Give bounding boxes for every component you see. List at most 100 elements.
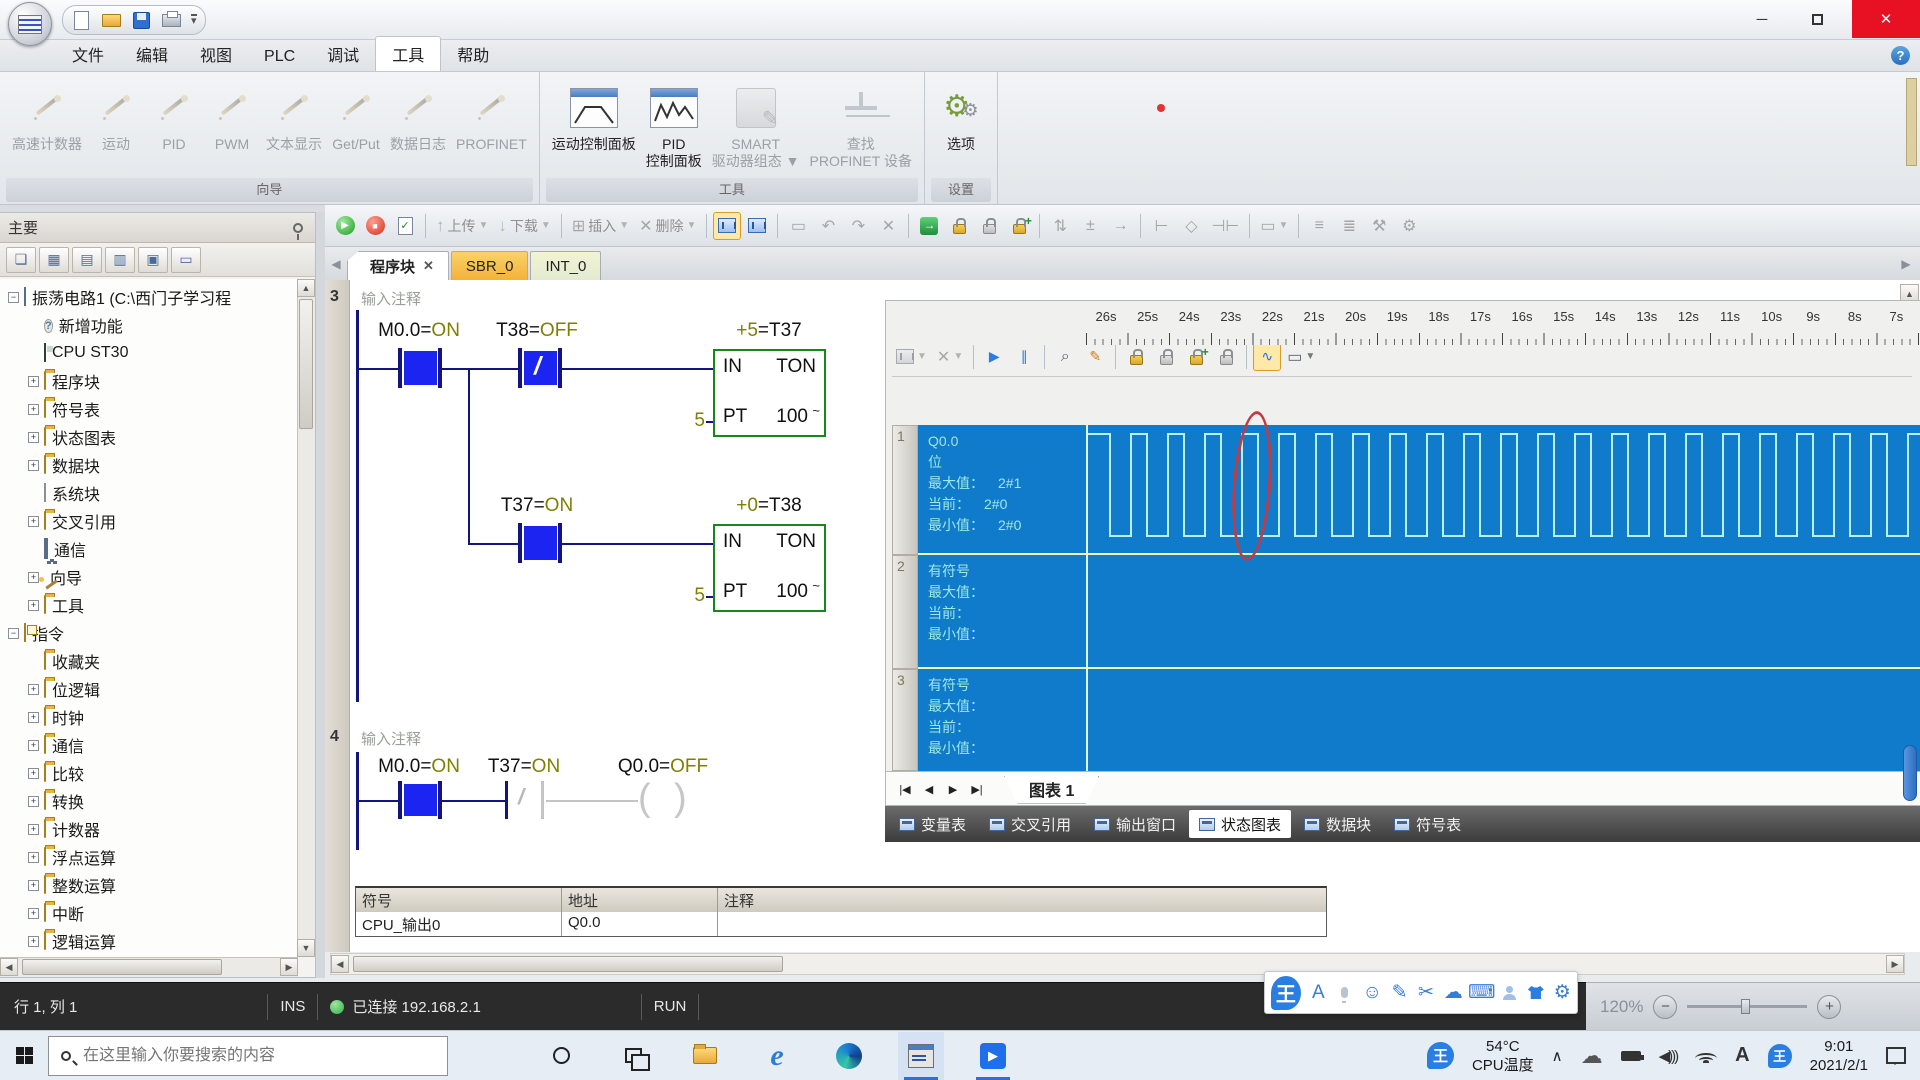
tree-item-转换[interactable]: +转换 xyxy=(0,787,298,815)
taskbar-app-step7-microwin[interactable] xyxy=(898,1032,944,1080)
tree-item-整数运算[interactable]: +整数运算 xyxy=(0,871,298,899)
help-icon[interactable]: ? xyxy=(1891,46,1910,65)
bookmark-button[interactable]: ▭▼ xyxy=(1283,343,1319,371)
ime-icon[interactable]: 王 xyxy=(1768,1044,1792,1068)
tree-item-交叉引用[interactable]: +交叉引用 xyxy=(0,507,298,535)
quick-access-more-icon[interactable]: ▾ xyxy=(191,14,197,26)
clock[interactable]: 9:012021/2/1 xyxy=(1810,1037,1868,1075)
expander-icon[interactable]: + xyxy=(28,880,39,891)
taskbar-app-task-view[interactable] xyxy=(610,1032,656,1080)
save-project-button[interactable] xyxy=(131,10,151,30)
taskbar-app-media-player[interactable]: ▶ xyxy=(970,1032,1016,1080)
chart-pause-button[interactable]: ∥ xyxy=(1010,343,1038,371)
hidden-icons-chevron[interactable]: ∧ xyxy=(1552,1047,1563,1065)
scroll-right-icon[interactable]: ▶ xyxy=(1886,955,1904,973)
expander-icon[interactable]: − xyxy=(8,292,19,303)
tab-程序块[interactable]: 程序块✕ xyxy=(347,251,449,280)
row-number[interactable]: 2 xyxy=(892,555,918,669)
read-all-button[interactable]: ⌕ xyxy=(1051,343,1079,371)
tree-item-通信[interactable]: 通信 xyxy=(0,535,298,563)
force-button[interactable] xyxy=(1122,343,1150,371)
chart-status-button[interactable] xyxy=(743,212,771,240)
close-button[interactable]: ✕ xyxy=(1852,0,1920,38)
ime-handwriting-icon[interactable]: ✎ xyxy=(1391,981,1408,1004)
taskbar-app-edge[interactable] xyxy=(826,1032,872,1080)
tree-item-系统块[interactable]: 系统块 xyxy=(0,479,298,507)
notification-icon[interactable] xyxy=(1886,1047,1906,1064)
menu-帮助[interactable]: 帮助 xyxy=(441,37,505,71)
tree-item-位逻辑[interactable]: +位逻辑 xyxy=(0,675,298,703)
tree-vertical-scrollbar[interactable]: ▲ ▼ xyxy=(297,279,315,957)
tree-item-浮点运算[interactable]: +浮点运算 xyxy=(0,843,298,871)
volume-icon[interactable]: ◀))) xyxy=(1659,1047,1678,1065)
tree-item-通信[interactable]: +通信 xyxy=(0,731,298,759)
ime-logo-icon[interactable]: 王 xyxy=(1271,976,1301,1010)
chart-sheet-tab[interactable]: 图表 1 xyxy=(1004,776,1099,804)
scroll-left-icon[interactable]: ◀ xyxy=(331,955,349,973)
chart-start-button[interactable]: ▶ xyxy=(980,343,1008,371)
block-view-button[interactable]: ▤ xyxy=(72,247,102,273)
coil-q0.0[interactable]: ( xyxy=(638,778,651,818)
row-legend-empty-2[interactable]: 有符号最大值：当前：最小值： xyxy=(918,555,1086,669)
dock-tab-状态图表[interactable]: 状态图表 xyxy=(1189,810,1291,838)
timer-box-t37[interactable]: IN TON PT 100 ~ xyxy=(713,349,826,437)
row-legend-Q0.0[interactable]: Q0.0位最大值：2#1当前：2#0最小值：2#0 xyxy=(918,425,1086,555)
tree-item-指令[interactable]: −指令 xyxy=(0,619,298,647)
scroll-up-icon[interactable]: ▲ xyxy=(297,279,315,297)
panel-splitter[interactable] xyxy=(316,212,325,978)
stop-button[interactable]: ■ xyxy=(361,212,389,240)
taskbar-search[interactable] xyxy=(48,1036,448,1076)
ime-tray-badge[interactable]: 王 xyxy=(1427,1042,1454,1069)
scroll-left-icon[interactable]: ◀ xyxy=(0,958,18,976)
chart-view-button[interactable]: ▣ xyxy=(138,247,168,273)
force-all-button[interactable] xyxy=(1182,343,1210,371)
zoom-slider[interactable] xyxy=(1687,1005,1807,1008)
program-status-button[interactable] xyxy=(713,212,741,240)
new-document-button[interactable] xyxy=(71,10,91,30)
table-view-button[interactable]: ▦ xyxy=(39,247,69,273)
contact-m0.0[interactable] xyxy=(404,351,437,385)
tree-item-新增功能[interactable]: ?新增功能 xyxy=(0,311,298,339)
tree-item-CPU ST30[interactable]: CPU ST30 xyxy=(0,339,298,367)
expander-icon[interactable]: + xyxy=(28,936,39,947)
zoom-slider-thumb[interactable] xyxy=(1741,999,1750,1014)
ime-mode-icon[interactable]: A xyxy=(1735,1044,1749,1067)
col-comment[interactable]: 注释 xyxy=(718,888,1326,912)
scroll-thumb[interactable] xyxy=(299,299,313,429)
col-symbol[interactable]: 符号 xyxy=(356,888,562,912)
tab-scroll-left-icon[interactable]: ◀ xyxy=(328,254,344,274)
battery-icon[interactable] xyxy=(1621,1051,1641,1061)
unforce-button[interactable] xyxy=(1152,343,1180,371)
wifi-icon[interactable] xyxy=(1695,1048,1717,1064)
dock-tab-数据块[interactable]: 数据块 xyxy=(1294,810,1381,838)
zoom-out-button[interactable]: − xyxy=(1653,995,1677,1019)
dock-tab-符号表[interactable]: 符号表 xyxy=(1384,810,1471,838)
menu-PLC[interactable]: PLC xyxy=(248,43,311,71)
symbol-table-row[interactable]: CPU_输出0 Q0.0 xyxy=(356,912,1326,936)
ime-clipboard-icon[interactable]: ✂ xyxy=(1417,981,1434,1004)
tree-item-工具[interactable]: +工具 xyxy=(0,591,298,619)
expander-icon[interactable]: + xyxy=(28,908,39,919)
contact-t37[interactable] xyxy=(524,526,557,560)
menu-编辑[interactable]: 编辑 xyxy=(120,37,184,71)
next-sheet-icon[interactable]: ▶ xyxy=(942,779,964,801)
ribbon-item-运动控制面板[interactable]: 运动控制面板 xyxy=(548,78,640,155)
prev-sheet-icon[interactable]: ◀ xyxy=(918,779,940,801)
maximize-button[interactable] xyxy=(1790,0,1844,38)
expander-icon[interactable]: + xyxy=(28,684,39,695)
expander-icon[interactable]: + xyxy=(28,824,39,835)
ribbon-item-选项[interactable]: ⚙⚙选项 xyxy=(933,78,989,155)
cloud-icon[interactable]: ☁ xyxy=(1581,1043,1603,1069)
tab-INT_0[interactable]: INT_0 xyxy=(530,251,601,280)
ime-skin-icon[interactable] xyxy=(1527,986,1544,999)
expander-icon[interactable]: + xyxy=(28,376,39,387)
scroll-thumb[interactable] xyxy=(353,956,783,972)
row-number[interactable]: 1 xyxy=(892,425,918,555)
taskbar-app-cortana[interactable] xyxy=(538,1032,584,1080)
expander-icon[interactable]: + xyxy=(28,768,39,779)
tree-item-状态图表[interactable]: +状态图表 xyxy=(0,423,298,451)
zoom-in-button[interactable]: + xyxy=(1817,995,1841,1019)
force-all-button[interactable] xyxy=(1005,212,1033,240)
run-button[interactable]: ▶ xyxy=(331,212,359,240)
start-button[interactable] xyxy=(0,1032,48,1080)
